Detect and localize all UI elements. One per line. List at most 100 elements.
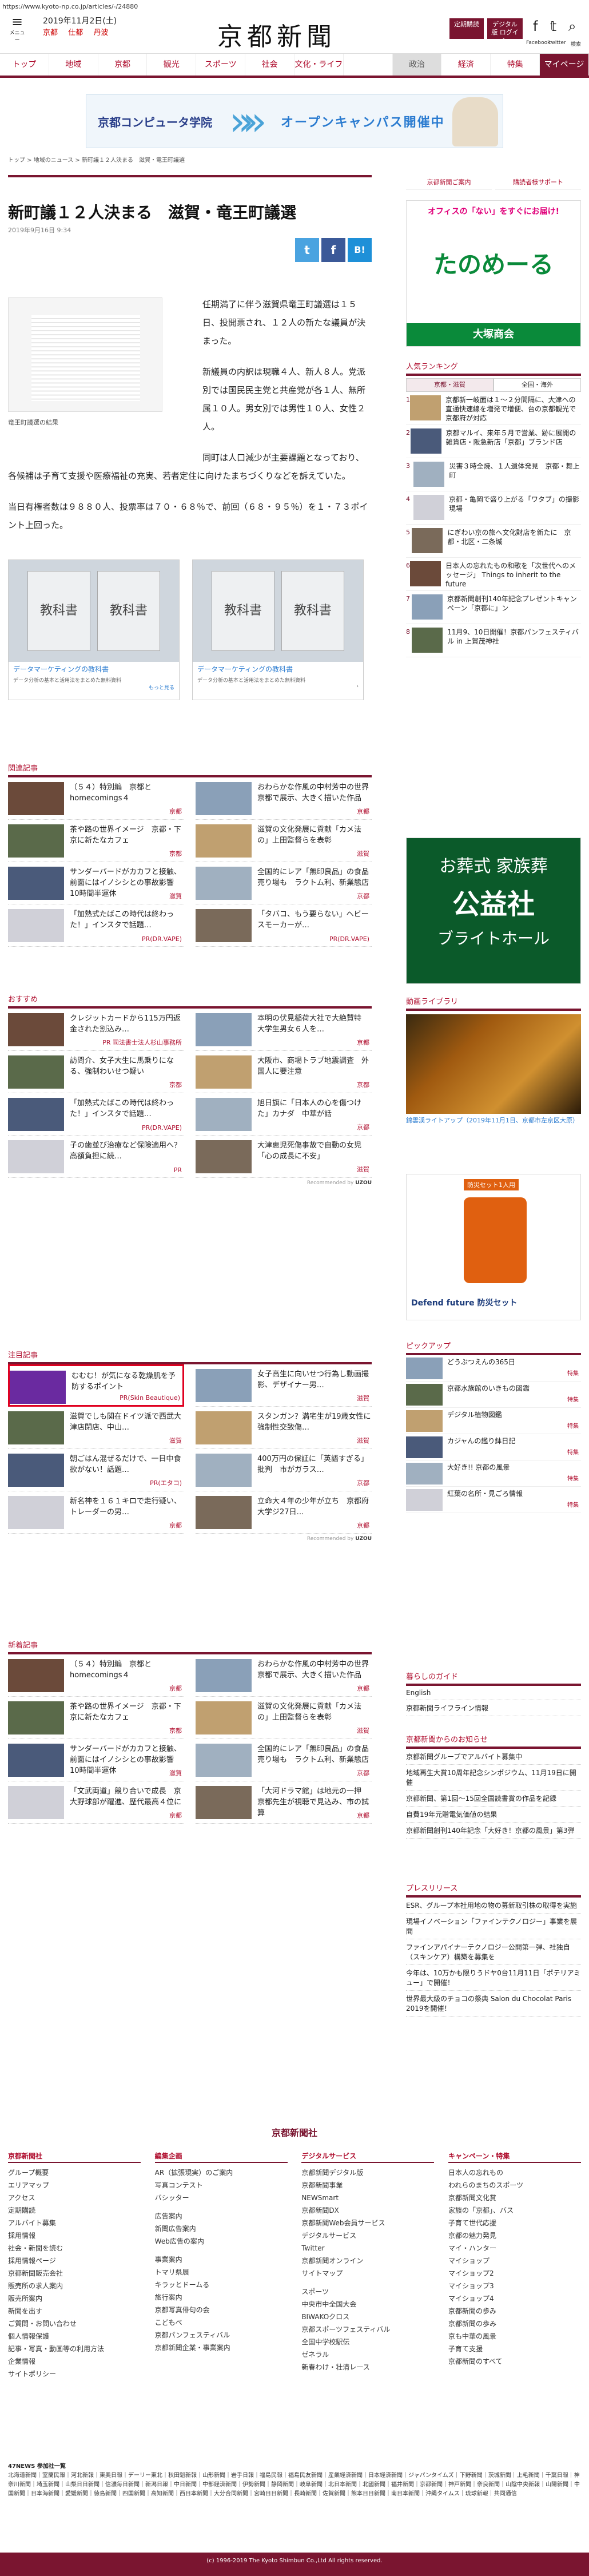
sidebar-link[interactable]: 現場イノベーション「ファインテクノロジー」事業を展開	[406, 1914, 581, 1939]
footer-link[interactable]: 写真コンテスト	[155, 2179, 288, 2192]
pickup-item[interactable]: 紅葉の名所・見ごろ情報 特集	[406, 1487, 581, 1513]
article-card[interactable]: 「加熱式たばこの時代は終わった！」インスタで話題… PR(DR.VAPE)	[8, 904, 184, 947]
sponsored-ad-1[interactable]: 教科書 教科書 データマーケティングの教科書 データ分析の基本と活用法をまとめた無…	[8, 559, 180, 700]
article-card[interactable]: 「大河ドラマ館」は地元の一押 京都先生が視聴で見込み、市の試算 京都	[196, 1781, 372, 1824]
pickup-item[interactable]: カジャんの鑑り鉢日記 特集	[406, 1434, 581, 1460]
ranking-item[interactable]: 2 京都マルイ、来年５月で営業、跡に展開の雑貨店・阪急新店「京都」ブランド店	[406, 425, 581, 458]
footer-link[interactable]: 社会・新聞を読む	[8, 2242, 141, 2255]
footer-link[interactable]: 新聞広告案内	[155, 2222, 288, 2235]
footer-link[interactable]: スポーツ	[301, 2285, 434, 2298]
nav-economy[interactable]: 経済	[441, 54, 491, 76]
footer-link[interactable]: グループ概要	[8, 2166, 141, 2179]
footer-link[interactable]: マイ・ハンター	[448, 2242, 581, 2255]
tanomeru-ad[interactable]: オフィスの「ない」をすぐにお届け! たのめーる 大塚商会	[406, 200, 581, 347]
footer-link[interactable]: アルバイト募集	[8, 2217, 141, 2229]
footer-link[interactable]: 中央市中全国大会	[301, 2298, 434, 2311]
article-card[interactable]: 全国的にレア「無印良品」の食品売り場も ラクトム利、新業態店 京都	[196, 1739, 372, 1781]
bousai-ad[interactable]: 防災セット1人用 Defend future 防災セット	[406, 1174, 581, 1320]
footer-link[interactable]: われらのまちのスポーツ	[448, 2179, 581, 2192]
pickup-item[interactable]: デジタル植物図鑑 特集	[406, 1408, 581, 1434]
footer-link[interactable]: Twitter	[301, 2242, 434, 2255]
article-card[interactable]: 新名神を１６１キロで走行疑い、トレーダーの男… 京都	[8, 1491, 184, 1534]
footer-link[interactable]: 販売所の求人案内	[8, 2280, 141, 2292]
sidebar-link[interactable]: ESR、グループ本社用地の物の募新取引株の取得を実施	[406, 1898, 581, 1914]
article-card[interactable]: 本明の伏見稲荷大社で大絶賛特 大学生男女６人を… 京都	[196, 1009, 372, 1051]
menu-button[interactable]: ≡ メニュー	[8, 15, 26, 43]
article-card[interactable]: 大阪市、商場トラブ地震調査 外国人に要注意 京都	[196, 1051, 372, 1093]
ranking-item[interactable]: 7 京都新聞創刊140年記念プレゼントキャンペーン「京都に」ン	[406, 591, 581, 624]
site-logo[interactable]: 京都新聞	[217, 16, 336, 53]
footer-link[interactable]: 家族の「京都」、バス	[448, 2204, 581, 2217]
living-link-english[interactable]: English	[406, 1686, 581, 1700]
footer-link[interactable]: マイショップ3	[448, 2280, 581, 2292]
article-card[interactable]: 茶や路の世界イメージ 京都・下京に新たなカフェ 京都	[8, 1697, 184, 1739]
article-card[interactable]: 全国的にレア「無印良品」の食品売り場も ラクトム利、新業態店 京都	[196, 862, 372, 904]
article-card[interactable]: 滋賀でしも関在ドイツ派で西武大津店閉店、中山… 滋賀	[8, 1407, 184, 1449]
url-bar[interactable]: https://www.kyoto-np.co.jp/articles/-/24…	[0, 0, 589, 14]
article-card[interactable]: クレジットカードから115万円返金された割込み… PR 司法書士法人杉山事務所	[8, 1009, 184, 1051]
top-ad-banner[interactable]: 京都コンピュータ学院 »» オープンキャンパス開催中	[86, 94, 503, 148]
nav-feature[interactable]: 特集	[491, 54, 540, 76]
article-card[interactable]: 「加熱式たばこの時代は終わった！」インスタで話題… PR(DR.VAPE)	[8, 1093, 184, 1136]
footer-link[interactable]: 京都の魅力発見	[448, 2229, 581, 2242]
sidebar-link[interactable]: 京都新聞、第1回〜15回全国読書賞の作品を記録	[406, 1791, 581, 1807]
sidebar-link[interactable]: 京都新聞グループでアルバイト募集中	[406, 1749, 581, 1765]
footer-link[interactable]: 京も中華の風景	[448, 2330, 581, 2343]
footer-link[interactable]: 京都写真俳句の会	[155, 2304, 288, 2316]
footer-link[interactable]: 京都新聞事業	[301, 2179, 434, 2192]
article-card[interactable]: サンダーバードがカカフと接触、前面にはイノシシとの事故影響 10時間半運休 滋賀	[8, 862, 184, 904]
footer-logo[interactable]: 京都新聞社	[0, 2125, 589, 2139]
pickup-item[interactable]: どうぶつえんの365日 特集	[406, 1355, 581, 1382]
article-card[interactable]: 大津恵児死傷事故で自動の女児「心の成長に不安」 滋賀	[196, 1136, 372, 1178]
footer-link[interactable]: ご質問・お問い合わせ	[8, 2317, 141, 2330]
footer-link[interactable]: 京都新聞Web会員サービス	[301, 2217, 434, 2229]
search-icon[interactable]: ⌕	[568, 18, 576, 34]
subscribe-button[interactable]: 定期購読	[449, 18, 484, 39]
nav-region[interactable]: 地域	[49, 54, 98, 76]
footer-link[interactable]: 京都新聞文化賞	[448, 2192, 581, 2204]
nav-top[interactable]: トップ	[0, 54, 49, 76]
weather-chuto[interactable]: 仕都	[68, 29, 83, 37]
nav-mypage[interactable]: マイページ	[540, 54, 589, 76]
sidebar-link[interactable]: 自費19年元贈電気価値の結果	[406, 1807, 581, 1823]
ranking-item[interactable]: 6 日本人の忘れたもの和歌を「次世代へのメッセージ」 Things to inhe…	[406, 558, 581, 591]
footer-link[interactable]: エリアマップ	[8, 2179, 141, 2192]
article-card[interactable]: スタンガン？満宅生が19歳女性に 強制性交致傷… 滋賀	[196, 1407, 379, 1449]
sidebar-link[interactable]: 世界最大級のチョコの祭典 Salon du Chocolat Paris 201…	[406, 1991, 581, 2017]
ad-next-arrow[interactable]: ›	[193, 684, 363, 689]
pickup-item[interactable]: 京都水族館のいきもの図鑑 特集	[406, 1382, 581, 1408]
article-card[interactable]: 茶や路の世界イメージ 京都・下京に新たなカフェ 京都	[8, 820, 184, 862]
nav-kyoto[interactable]: 京都	[98, 54, 148, 76]
article-card[interactable]: 訪問介、女子大生に馬乗りになる、強制わいせつ疑い 京都	[8, 1051, 184, 1093]
breadcrumb[interactable]: トップ > 地域のニュース > 新町議１２人決まる 滋賀・竜王町議選	[8, 155, 185, 164]
tab-kyoto-shiga[interactable]: 京都・滋賀	[406, 378, 494, 392]
footer-link[interactable]: 京都新聞の歩み	[448, 2317, 581, 2330]
article-card[interactable]: （５４）特別編 京都とhomecomings４ 京都	[8, 1654, 184, 1697]
sidebar-link[interactable]: 京都新聞創刊140年記念「大好き！京都の風景」第3弾	[406, 1823, 581, 1839]
footer-link[interactable]: 定期購読	[8, 2204, 141, 2217]
weather-kyoto[interactable]: 京都	[43, 29, 58, 37]
article-card[interactable]: 朝ごはん混ぜるだけで、一日中食欲がない！話題… PR(エタコ)	[8, 1449, 184, 1491]
footer-link[interactable]: サイトマップ	[301, 2267, 434, 2280]
footer-link[interactable]: AR（拡張現実）のご案内	[155, 2166, 288, 2179]
footer-link[interactable]: こどもべ	[155, 2316, 288, 2329]
article-card[interactable]: 400万円の保証に「英語すぎる」批判 市がガラス… 京都	[196, 1449, 372, 1491]
footer-link[interactable]: 広告案内	[155, 2210, 288, 2222]
footer-link[interactable]: 事業案内	[155, 2253, 288, 2266]
footer-link[interactable]: 新聞を出す	[8, 2305, 141, 2317]
article-card[interactable]: （５４）特別編 京都とhomecomings４ 京都	[8, 777, 184, 820]
footer-link[interactable]: サイトポリシー	[8, 2368, 141, 2380]
koekisha-ad[interactable]: お葬式 家族葬 公益社 ブライトホール	[406, 838, 581, 984]
footer-link[interactable]: 京都新聞オンライン	[301, 2255, 434, 2267]
footer-link[interactable]: 京都新聞販売会社	[8, 2267, 141, 2280]
nav-society[interactable]: 社会	[245, 54, 294, 76]
article-card[interactable]: 滋賀の文化発展に貢献「カメ法の」上田監督らを表彰 滋賀	[196, 1697, 372, 1739]
footer-link[interactable]: 採用情報ページ	[8, 2255, 141, 2267]
article-card[interactable]: 子の歯並び治療など保険適用へ？ 高額負担に続… PR	[8, 1136, 189, 1178]
footer-link[interactable]: 子育て世代応援	[448, 2217, 581, 2229]
footer-link[interactable]: マイショップ2	[448, 2267, 581, 2280]
sponsored-ad-2[interactable]: 教科書 教科書 データマーケティングの教科書 データ分析の基本と活用法をまとめた無…	[192, 559, 364, 700]
video-thumbnail[interactable]	[406, 1014, 581, 1114]
facebook-icon[interactable]: f	[533, 18, 538, 34]
tab-national[interactable]: 全国・海外	[494, 378, 581, 392]
